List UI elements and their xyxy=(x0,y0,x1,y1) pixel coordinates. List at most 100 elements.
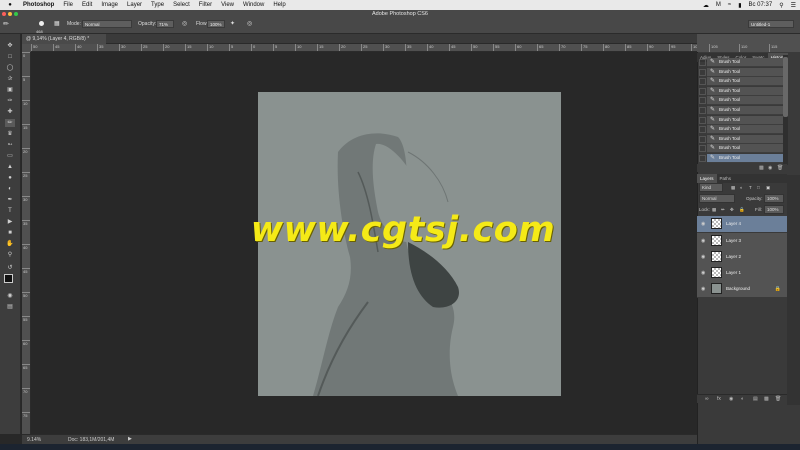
tab-paths[interactable]: Paths xyxy=(717,174,735,183)
mask-icon[interactable]: ◉ xyxy=(729,396,733,402)
zoom-window-icon[interactable] xyxy=(14,12,18,16)
history-brush-tool-icon[interactable]: ➳ xyxy=(5,141,15,149)
fill-field[interactable]: 100% xyxy=(764,205,784,214)
filter-smart-icon[interactable]: ▣ xyxy=(766,183,770,192)
horizontal-ruler[interactable]: 50 45 40 35 30 25 20 15 10 5 0 5 10 15 20 25 30 35 40 45 50 5… xyxy=(31,44,697,52)
history-snapshot-checkbox[interactable] xyxy=(699,78,706,86)
screen-mode-icon[interactable]: ▤ xyxy=(5,303,15,311)
close-window-icon[interactable] xyxy=(2,12,6,16)
battery-icon[interactable]: ▮ xyxy=(738,2,741,9)
history-state[interactable]: ✎ Brush Tool xyxy=(707,96,783,106)
history-state[interactable]: ✎ Brush Tool xyxy=(707,106,783,115)
crop-tool-icon[interactable]: ▣ xyxy=(5,86,15,94)
visibility-eye-icon[interactable]: ◉ xyxy=(701,270,705,276)
history-state[interactable]: ✎ Brush Tool xyxy=(707,125,783,135)
quick-mask-icon[interactable]: ◉ xyxy=(5,292,15,300)
document-tab[interactable]: @ 9,14% (Layer 4, RGB/8) * xyxy=(22,34,106,44)
brush-panel-toggle-icon[interactable]: ▦ xyxy=(54,20,60,29)
apple-icon[interactable]: ● xyxy=(6,2,14,8)
history-snapshot-checkbox[interactable] xyxy=(699,116,706,124)
blur-tool-icon[interactable]: ● xyxy=(5,174,15,182)
mode-select[interactable]: Normal xyxy=(82,20,132,28)
minimize-window-icon[interactable] xyxy=(8,12,12,16)
marquee-tool-icon[interactable]: □ xyxy=(5,53,15,61)
lock-all-icon[interactable]: 🔒 xyxy=(739,205,745,214)
new-layer-icon[interactable]: ▩ xyxy=(764,396,769,402)
airbrush-icon[interactable]: ✦ xyxy=(230,20,235,29)
layer-row[interactable]: ◉ Layer 2 xyxy=(697,249,787,266)
filter-adjustment-icon[interactable]: ◐ xyxy=(740,183,743,192)
lasso-tool-icon[interactable]: ◯ xyxy=(5,64,15,72)
swap-colors-icon[interactable]: ↺ xyxy=(5,264,15,272)
history-snapshot-checkbox[interactable] xyxy=(699,97,706,105)
lock-position-icon[interactable]: ✥ xyxy=(730,205,734,214)
menu-type[interactable]: Type xyxy=(151,2,164,8)
menu-filter[interactable]: Filter xyxy=(199,2,212,8)
history-snapshot-checkbox[interactable] xyxy=(699,68,706,76)
history-snapshot-checkbox[interactable] xyxy=(699,145,706,153)
adjustment-icon[interactable]: ◐ xyxy=(741,396,744,402)
search-icon[interactable]: ⚲ xyxy=(779,2,783,9)
zoom-tool-icon[interactable]: ⚲ xyxy=(5,251,15,259)
lock-transparency-icon[interactable]: ▩ xyxy=(712,205,716,214)
notifications-icon[interactable]: ☰ xyxy=(791,2,796,9)
menu-file[interactable]: File xyxy=(63,2,73,8)
ruler-corner[interactable] xyxy=(22,44,31,52)
delete-state-icon[interactable]: 🗑 xyxy=(777,165,783,171)
shape-tool-icon[interactable]: ■ xyxy=(5,229,15,237)
layer-row[interactable]: ◉ Background 🔒 xyxy=(697,281,787,298)
menu-help[interactable]: Help xyxy=(273,2,285,8)
tab-layers[interactable]: Layers xyxy=(697,174,717,183)
menu-photoshop[interactable]: Photoshop xyxy=(23,2,54,8)
brush-tool-icon[interactable]: ✏ xyxy=(5,119,15,127)
move-tool-icon[interactable]: ✥ xyxy=(5,42,15,50)
paint-bucket-tool-icon[interactable]: ▲ xyxy=(5,163,15,171)
history-state[interactable]: ✎ Brush Tool xyxy=(707,154,783,163)
pressure-opacity-icon[interactable]: ◎ xyxy=(182,20,187,29)
visibility-eye-icon[interactable]: ◉ xyxy=(701,286,705,292)
pressure-size-icon[interactable]: ◎ xyxy=(247,20,252,29)
fx-icon[interactable]: fx xyxy=(717,396,721,402)
status-menu-arrow-icon[interactable]: ▶ xyxy=(128,436,132,442)
creative-cloud-icon[interactable]: ☁ xyxy=(703,2,709,9)
workspace-select[interactable]: Untitled-1 xyxy=(748,20,794,28)
clone-stamp-tool-icon[interactable]: ♛ xyxy=(5,130,15,138)
link-icon[interactable]: ∞ xyxy=(705,396,709,402)
gmail-icon[interactable]: M xyxy=(716,2,721,8)
history-snapshot-checkbox[interactable] xyxy=(699,126,706,134)
menu-edit[interactable]: Edit xyxy=(82,2,92,8)
brush-preset-icon[interactable]: ✏ xyxy=(3,20,9,29)
hand-tool-icon[interactable]: ✋ xyxy=(5,240,15,248)
history-state[interactable]: ✎ Brush Tool xyxy=(707,134,783,144)
dodge-tool-icon[interactable]: ◐ xyxy=(5,185,15,193)
folder-icon[interactable]: ▤ xyxy=(753,396,758,402)
menu-select[interactable]: Select xyxy=(173,2,190,8)
history-snapshot-checkbox[interactable] xyxy=(699,135,706,143)
history-state[interactable]: ✎ Brush Tool xyxy=(707,86,783,96)
doc-size-info[interactable]: Doc: 183,1M/201,4M xyxy=(68,437,114,443)
history-state[interactable]: ✎ Brush Tool xyxy=(707,67,783,77)
pen-tool-icon[interactable]: ✒ xyxy=(5,196,15,204)
layer-row[interactable]: ◉ Layer 3 xyxy=(697,233,787,250)
foreground-color-swatch[interactable] xyxy=(4,274,13,283)
layer-row[interactable]: ◉ Layer 4 xyxy=(697,216,787,233)
vertical-ruler[interactable]: 0 5 10 15 20 25 30 35 40 45 50 55 60 65 70 75 xyxy=(22,52,31,434)
history-snapshot-checkbox[interactable] xyxy=(699,59,706,66)
healing-brush-tool-icon[interactable]: ✚ xyxy=(5,108,15,116)
history-state[interactable]: ✎ Brush Tool xyxy=(707,58,783,67)
lock-pixels-icon[interactable]: ✏ xyxy=(721,205,725,214)
visibility-eye-icon[interactable]: ◉ xyxy=(701,254,705,260)
type-tool-icon[interactable]: T xyxy=(5,207,15,215)
filter-shape-icon[interactable]: □ xyxy=(757,183,760,192)
clock-text[interactable]: Bc 07:37 xyxy=(749,2,773,8)
menu-view[interactable]: View xyxy=(221,2,234,8)
menu-layer[interactable]: Layer xyxy=(127,2,142,8)
layer-row[interactable]: ◉ Layer 1 xyxy=(697,265,787,282)
trash-icon[interactable]: 🗑 xyxy=(775,396,781,402)
quick-select-tool-icon[interactable]: ✰ xyxy=(5,75,15,83)
opacity-field[interactable]: 71% xyxy=(156,20,174,28)
history-snapshot-checkbox[interactable] xyxy=(699,87,706,95)
path-selection-tool-icon[interactable]: ▶ xyxy=(5,218,15,226)
eyedropper-tool-icon[interactable]: ✑ xyxy=(5,97,15,105)
history-scroll-thumb[interactable] xyxy=(783,57,788,117)
